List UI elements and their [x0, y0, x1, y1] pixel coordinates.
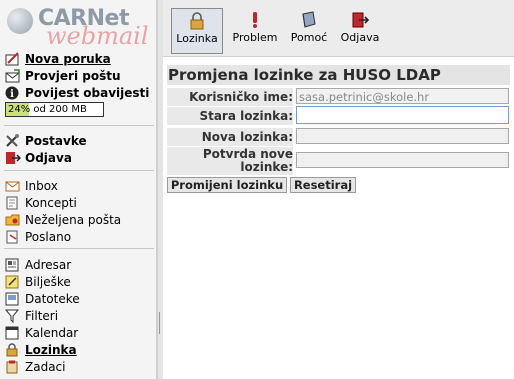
sidebar-item-settings[interactable]: Postavke	[0, 132, 156, 149]
sidebar-item-drafts[interactable]: Koncepti	[0, 194, 156, 211]
globe-icon	[7, 8, 33, 34]
old-password-label: Stara lozinka:	[167, 107, 293, 125]
check-mail-icon	[5, 68, 21, 83]
quota-bar: 24% od 200 MB	[5, 102, 104, 117]
sidebar-divider	[4, 125, 154, 126]
new-message-icon	[5, 51, 21, 66]
logo-sub-text: webmail	[46, 22, 149, 50]
sidebar-item-label: Bilješke	[25, 274, 71, 289]
sidebar-item-label: Neželjena pošta	[25, 212, 122, 227]
new-password-label: Nova lozinka:	[167, 128, 293, 146]
page-title: Promjena lozinke za HUSO LDAP	[167, 65, 510, 85]
sidebar-item-tasks[interactable]: Zadaci	[0, 358, 156, 375]
sidebar-item-files[interactable]: Datoteke	[0, 290, 156, 307]
sidebar-tools: Adresar Bilješke Datoteke Filteri Kalend…	[0, 256, 156, 375]
sidebar-item-check-mail[interactable]: Provjeri poštu	[0, 67, 156, 84]
sidebar-item-label: Inbox	[25, 178, 58, 193]
sidebar: CARNet webmail Nova poruka Provjeri pošt…	[0, 0, 157, 379]
sidebar-settings: Postavke Odjava	[0, 132, 156, 166]
sidebar-item-address-book[interactable]: Adresar	[0, 256, 156, 273]
tasks-icon	[5, 360, 21, 374]
sidebar-item-sent[interactable]: Poslano	[0, 228, 156, 245]
files-icon	[5, 292, 21, 306]
drafts-icon	[5, 196, 21, 210]
username-label: Korisničko ime:	[167, 88, 293, 106]
logout-icon	[5, 151, 22, 165]
sidebar-item-calendar[interactable]: Kalendar	[0, 324, 156, 341]
sidebar-item-label: Kalendar	[25, 325, 79, 340]
sidebar-item-notification-history[interactable]: i Povijest obavijesti	[0, 84, 156, 101]
sidebar-item-new-message[interactable]: Nova poruka	[0, 50, 156, 67]
toolbar-button-password[interactable]: Lozinka	[171, 8, 223, 54]
spam-folder-icon	[5, 213, 21, 227]
lock-icon	[188, 12, 206, 30]
toolbar: Lozinka Problem Pomoć Odjava	[163, 0, 514, 57]
sidebar-item-label: Lozinka	[25, 342, 77, 357]
sidebar-item-notes[interactable]: Bilješke	[0, 273, 156, 290]
lock-icon	[5, 342, 21, 357]
confirm-label-line2: lozinke:	[240, 160, 293, 174]
filter-icon	[4, 309, 21, 323]
sidebar-item-label: Provjeri poštu	[25, 68, 121, 83]
toolbar-button-help[interactable]: Pomoć	[287, 8, 331, 52]
sidebar-item-label: Postavke	[25, 133, 87, 148]
sidebar-item-label: Zadaci	[25, 359, 66, 374]
change-password-button[interactable]: Promijeni lozinku	[167, 177, 287, 193]
problem-icon	[246, 11, 264, 29]
toolbar-button-logout[interactable]: Odjava	[337, 8, 383, 52]
sidebar-item-password[interactable]: Lozinka	[0, 341, 156, 358]
calendar-icon	[5, 326, 21, 340]
notes-icon	[5, 275, 21, 289]
sidebar-item-label: Datoteke	[25, 291, 80, 306]
toolbar-label: Odjava	[340, 31, 380, 44]
toolbar-button-problem[interactable]: Problem	[229, 8, 281, 52]
reset-button[interactable]: Resetiraj	[290, 177, 356, 193]
old-password-input[interactable]	[296, 106, 509, 124]
sidebar-item-label: Koncepti	[25, 195, 77, 210]
logout-icon	[351, 11, 370, 29]
quota-text: 24% od 200 MB	[8, 104, 87, 115]
sidebar-item-label: Adresar	[25, 257, 72, 272]
settings-tools-icon	[5, 133, 21, 148]
sidebar-folders: Inbox Koncepti Neželjena pošta Poslano	[0, 177, 156, 245]
sidebar-item-label: Povijest obavijesti	[25, 85, 150, 100]
sidebar-item-logout[interactable]: Odjava	[0, 149, 156, 166]
main-panel: Lozinka Problem Pomoć Odjava Promjena lo…	[163, 0, 514, 379]
page-title-text: Promjena lozinke za HUSO LDAP	[168, 66, 441, 84]
sidebar-item-label: Nova poruka	[25, 51, 111, 66]
toolbar-label: Lozinka	[176, 32, 218, 45]
toolbar-label: Problem	[232, 31, 278, 44]
sidebar-item-label: Odjava	[25, 150, 72, 165]
help-book-icon	[300, 11, 318, 29]
sidebar-item-label: Filteri	[25, 308, 59, 323]
svg-text:i: i	[10, 89, 14, 100]
confirm-label-line1: Potvrda nove	[202, 147, 293, 161]
sidebar-item-inbox[interactable]: Inbox	[0, 177, 156, 194]
sidebar-item-label: Poslano	[25, 229, 72, 244]
sidebar-actions: Nova poruka Provjeri poštu i Povijest ob…	[0, 50, 156, 101]
sidebar-item-spam[interactable]: Neželjena pošta	[0, 211, 156, 228]
sidebar-divider	[4, 248, 154, 249]
carnet-webmail-logo: CARNet webmail	[4, 4, 154, 50]
username-field: sasa.petrinic@skole.hr	[296, 88, 509, 104]
confirm-password-label: Potvrda nove lozinke:	[167, 147, 293, 175]
sidebar-item-filters[interactable]: Filteri	[0, 307, 156, 324]
confirm-password-input[interactable]	[296, 152, 509, 168]
address-book-icon	[5, 258, 21, 272]
sidebar-divider	[4, 170, 154, 171]
sent-icon	[5, 230, 21, 244]
inbox-icon	[5, 179, 21, 193]
info-icon: i	[5, 86, 21, 100]
new-password-input[interactable]	[296, 128, 509, 144]
toolbar-label: Pomoć	[290, 31, 328, 44]
